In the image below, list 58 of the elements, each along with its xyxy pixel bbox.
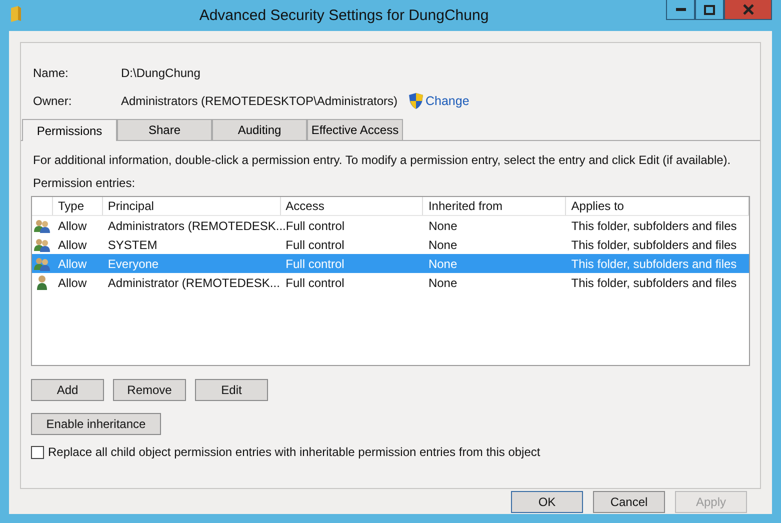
permission-row[interactable]: Allow Administrators (REMOTEDESK...Full control None This folder, subfolders and files	[32, 216, 749, 235]
permission-row[interactable]: Allow SYSTEM Full control None This folder, subfolders and files	[32, 235, 749, 254]
tab[interactable]: Effective Access	[307, 119, 403, 140]
table-cell-text: Allow	[56, 276, 88, 290]
table-cell-text: This folder, subfolders and files	[570, 238, 738, 252]
table-cell-text: Allow	[56, 256, 88, 270]
column-header[interactable]: Applies to	[566, 197, 749, 215]
change-link[interactable]: Change	[426, 94, 470, 108]
table-cell-text: None	[427, 238, 458, 252]
window-title: Advanced Security Settings for DungChung	[198, 6, 490, 24]
info-text: For additional information, double-click a permission entry. To modify a permission entry, select the entry and click Edit (if available).	[33, 153, 732, 169]
column-header[interactable]: Type	[52, 197, 103, 215]
column-header[interactable]: Principal	[102, 197, 281, 215]
minimize-icon	[676, 8, 686, 11]
user-icon	[37, 275, 48, 290]
name-value: D:\DungChung	[121, 66, 200, 80]
table-cell-text: This folder, subfolders and files	[570, 218, 738, 232]
owner-label: Owner:	[33, 94, 73, 108]
users-icon	[34, 256, 50, 270]
name-label: Name:	[33, 66, 70, 80]
table-cell-text: This folder, subfolders and files	[570, 276, 738, 290]
table-cell-text: None	[427, 276, 458, 290]
table-cell-text: Full control	[284, 276, 346, 290]
permission-row[interactable]: Allow Administrator (REMOTEDESK... Full control None This folder, subfolders and files	[32, 273, 749, 292]
table-cell-text: Allow	[56, 218, 88, 232]
table-cell-text: Everyone	[106, 256, 160, 270]
close-icon	[742, 4, 754, 15]
column-header[interactable]: Access	[280, 197, 424, 215]
tab[interactable]: Permissions	[22, 119, 117, 141]
dialog-button[interactable]: OK	[511, 490, 583, 512]
maximize-button[interactable]	[695, 0, 724, 20]
tab[interactable]: Share	[117, 119, 212, 140]
close-button[interactable]	[724, 0, 772, 20]
replace-option-label: Replace all child object permission entries with inheritable permission entries from this object	[48, 445, 540, 459]
dialog-button[interactable]: Cancel	[593, 490, 665, 512]
table-cell-text: This folder, subfolders and files	[570, 256, 738, 270]
checkbox[interactable]	[31, 446, 44, 458]
maximize-icon	[704, 4, 715, 14]
table-cell-text: Allow	[56, 238, 88, 252]
shield-icon	[408, 93, 422, 109]
entry-button[interactable]: Remove	[113, 379, 186, 401]
table-cell-text: None	[427, 256, 458, 270]
permission-entries-label: Permission entries:	[33, 176, 136, 192]
entry-button[interactable]: Edit	[195, 379, 268, 401]
minimize-button[interactable]	[666, 0, 695, 20]
table-cell-text: SYSTEM	[106, 238, 158, 252]
folder-icon	[10, 6, 22, 22]
owner-value: Administrators (REMOTEDESKTOP\Administrators)	[121, 94, 398, 108]
users-icon	[34, 218, 50, 232]
table-cell-text: Full control	[284, 256, 346, 270]
column-header[interactable]: Inherited from	[423, 197, 566, 215]
table-cell-text: Administrator (REMOTEDESK...	[106, 276, 281, 290]
tab[interactable]: Auditing	[212, 119, 307, 140]
users-icon	[34, 238, 50, 252]
entry-button[interactable]: Add	[31, 379, 104, 401]
table-cell-text: Full control	[284, 238, 346, 252]
table-cell-text: None	[428, 218, 458, 232]
enable-inheritance-button[interactable]: Enable inheritance	[31, 413, 161, 435]
